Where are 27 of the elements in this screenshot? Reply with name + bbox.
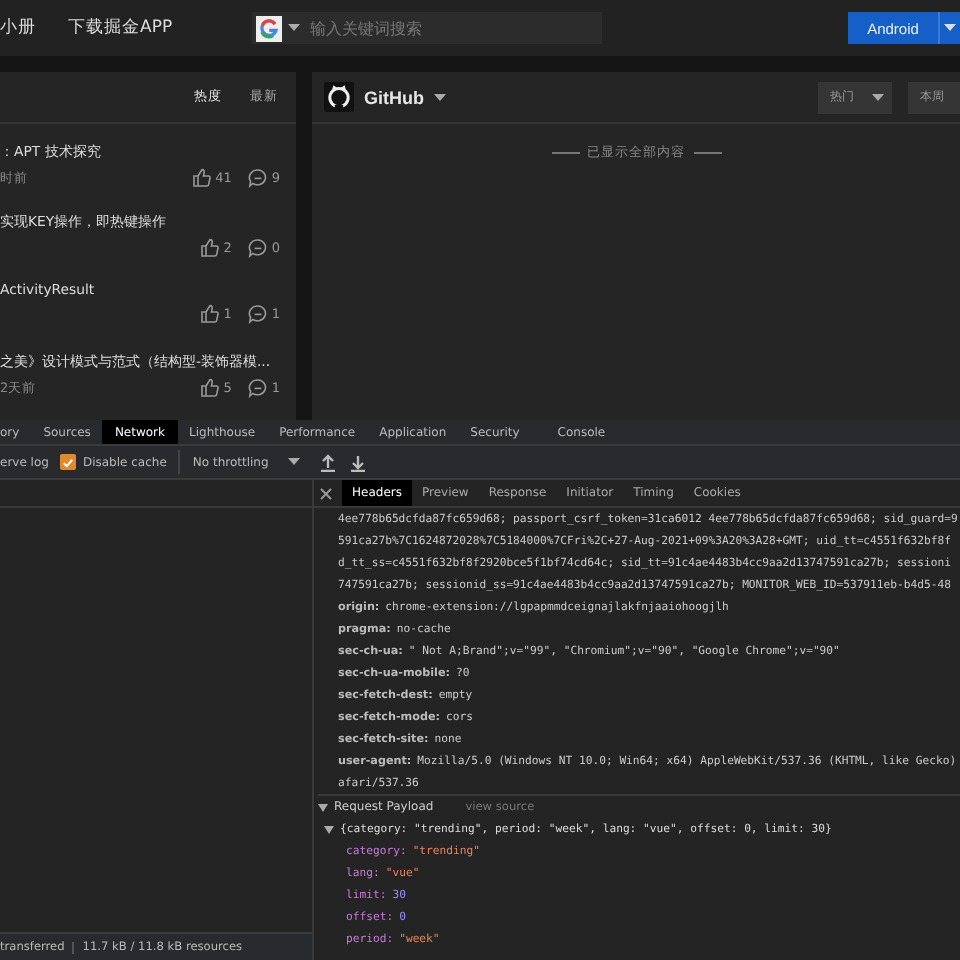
caret-icon <box>872 93 884 101</box>
comment-icon <box>247 238 268 258</box>
thumbs-up-icon <box>199 238 220 258</box>
source-title[interactable]: GitHub <box>364 87 424 107</box>
expand-triangle-icon <box>318 803 328 811</box>
comment-icon <box>247 168 268 188</box>
google-icon <box>256 15 282 41</box>
search-field[interactable]: 输入关键词搜索 <box>252 12 602 44</box>
github-logo-icon <box>324 82 354 112</box>
caret-icon <box>944 24 956 32</box>
download-icon <box>350 453 367 471</box>
caret-icon <box>434 93 446 101</box>
upload-icon <box>320 453 337 471</box>
dropdown-button[interactable] <box>938 12 960 44</box>
comment-icon <box>247 378 268 398</box>
search-input[interactable]: 输入关键词搜索 <box>310 19 570 37</box>
nav-link[interactable]: 小册 <box>0 16 68 40</box>
expand-triangle-icon <box>324 825 334 833</box>
comment-icon <box>247 304 268 324</box>
thumbs-up-icon <box>199 304 220 324</box>
nav-link[interactable]: 下载掘金APP <box>68 16 252 40</box>
thumbs-up-icon <box>199 378 220 398</box>
caret-icon <box>288 458 301 466</box>
close-icon <box>320 487 332 499</box>
checkbox[interactable] <box>60 454 77 470</box>
thumbs-up-icon <box>191 168 212 188</box>
caret-icon <box>288 24 300 32</box>
